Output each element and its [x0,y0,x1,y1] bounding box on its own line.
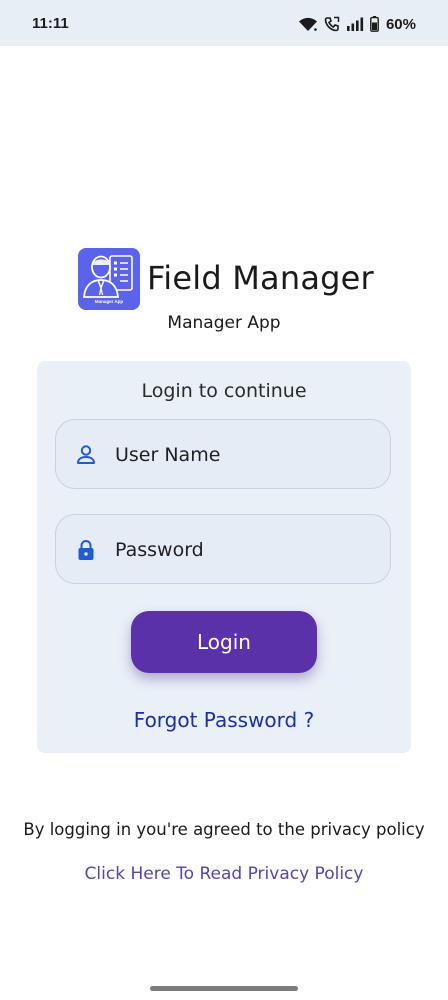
username-field[interactable] [55,419,391,490]
privacy-policy-note: By logging in you're agreed to the priva… [23,820,425,839]
person-icon [74,443,98,467]
username-input[interactable] [115,420,375,490]
forgot-password-link[interactable]: Forgot Password ? [37,708,411,732]
battery-percent: 60% [385,15,416,33]
signal-icon [346,17,364,31]
status-icons: 60% [298,14,416,34]
status-bar: 11:11 60% [0,0,448,46]
status-time: 11:11 [32,15,69,32]
privacy-policy-link[interactable]: Click Here To Read Privacy Policy [0,864,448,884]
app-logo: Manager App [78,248,140,310]
battery-icon [370,16,379,32]
app-title: Field Manager [147,259,374,297]
lock-icon [74,538,98,562]
card-heading: Login to continue [141,380,307,402]
login-card: Login to continue Login Forgot Password … [37,361,411,753]
wifi-icon [298,16,318,32]
logo-caption: Manager App [94,299,124,304]
home-indicator[interactable] [150,986,298,991]
login-button[interactable]: Login [131,611,317,673]
password-input[interactable] [115,515,375,585]
call-icon [324,16,340,32]
password-field[interactable] [55,514,391,585]
app-subtitle: Manager App [167,313,281,333]
